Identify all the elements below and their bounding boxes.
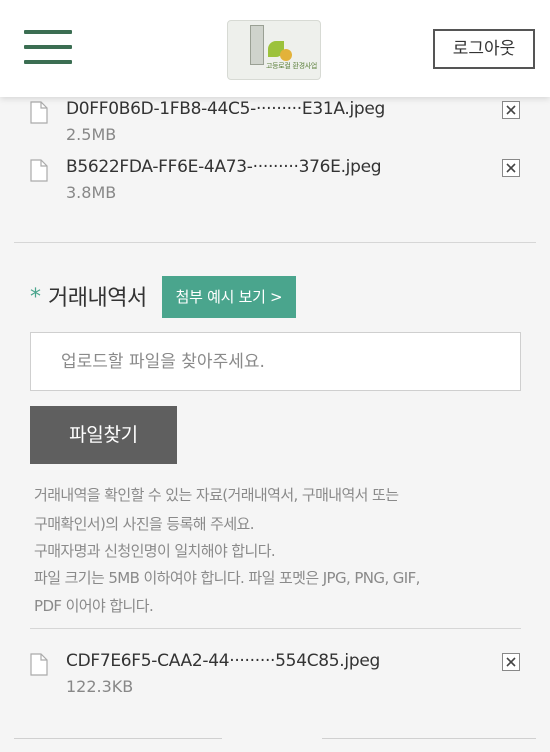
file-size: 2.5MB	[66, 125, 117, 144]
close-icon	[506, 163, 516, 173]
find-file-button[interactable]: 파일찾기	[30, 406, 177, 464]
required-mark: *	[30, 285, 41, 310]
help-note-line: 구매확인서)의 사진을 등록해 주세요.	[34, 515, 255, 533]
file-icon	[30, 101, 48, 124]
logout-button[interactable]: 로그아웃	[433, 29, 535, 69]
hamburger-menu-icon[interactable]	[24, 28, 72, 68]
file-name: B5622FDA-FF6E-4A73-·········376E.jpeg	[66, 157, 382, 177]
file-name: D0FF0B6D-1FB8-44C5-·········E31A.jpeg	[66, 99, 386, 119]
help-note-line: 구매자명과 신청인명이 일치해야 합니다.	[34, 542, 276, 560]
help-note-line: PDF 이어야 합니다.	[34, 597, 154, 615]
remove-file-button[interactable]	[502, 653, 520, 671]
file-icon	[30, 653, 48, 676]
close-icon	[506, 105, 516, 115]
bottom-divider	[322, 738, 536, 739]
file-size: 122.3KB	[66, 677, 134, 696]
uploaded-file-item: B5622FDA-FF6E-4A73-·········376E.jpeg 3.…	[28, 157, 528, 209]
section-title: 거래내역서	[48, 286, 147, 311]
uploaded-file-item: CDF7E6F5-CAA2-44·········554C85.jpeg 122…	[28, 651, 528, 703]
view-example-button[interactable]: 첨부 예시 보기 >	[162, 276, 296, 318]
uploaded-file-item: D0FF0B6D-1FB8-44C5-·········E31A.jpeg 2.…	[28, 99, 528, 151]
remove-file-button[interactable]	[502, 101, 520, 119]
file-list-divider	[30, 628, 521, 629]
file-name: CDF7E6F5-CAA2-44·········554C85.jpeg	[66, 651, 380, 671]
file-icon	[30, 159, 48, 182]
top-header: 고등로컬 환경사업 로그아웃	[0, 0, 550, 97]
site-logo[interactable]: 고등로컬 환경사업	[227, 20, 321, 80]
help-note-line: 파일 크기는 5MB 이하여야 합니다. 파일 포멧은 JPG, PNG, GI…	[34, 569, 420, 587]
remove-file-button[interactable]	[502, 159, 520, 177]
bottom-divider	[14, 738, 222, 739]
file-size: 3.8MB	[66, 183, 117, 202]
upload-file-input[interactable]	[30, 332, 521, 391]
section-divider	[14, 242, 536, 243]
logo-text: 고등로컬 환경사업	[266, 62, 318, 70]
help-note-line: 거래내역을 확인할 수 있는 자료(거래내역서, 구매내역서 또는	[34, 486, 399, 504]
close-icon	[506, 657, 516, 667]
